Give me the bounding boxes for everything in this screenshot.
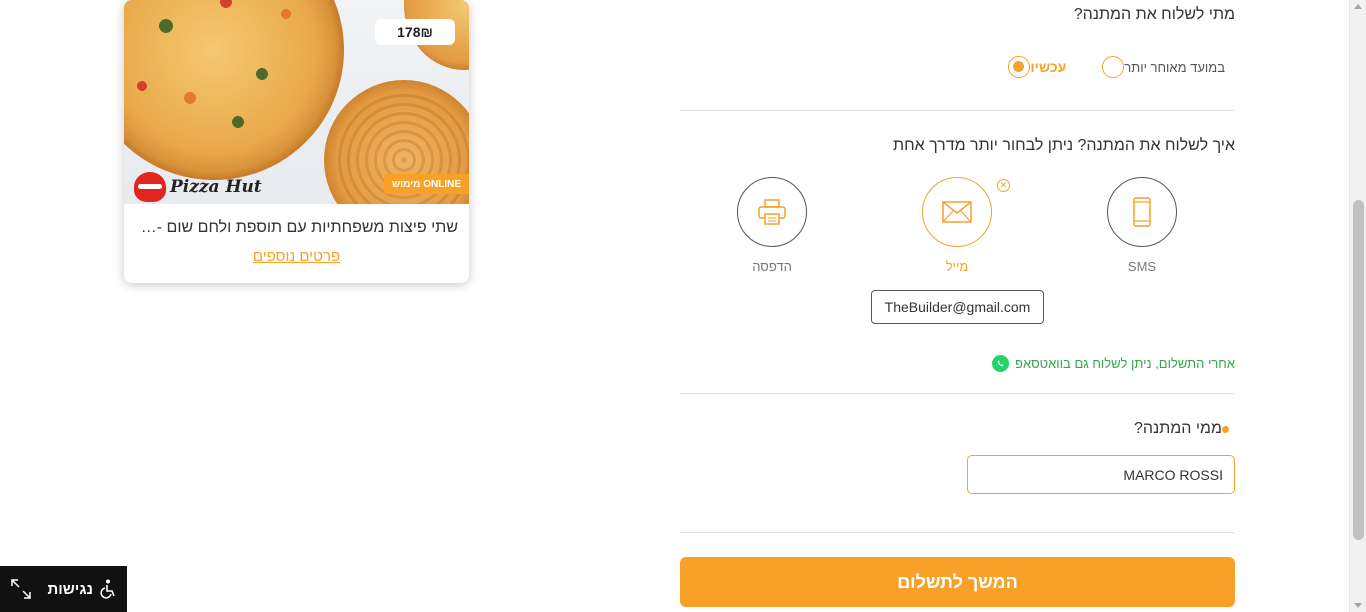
- when-options: עכשיו במועד מאוחר יותר: [1008, 56, 1235, 78]
- whatsapp-note-text: אחרי התשלום, ניתן לשלוח גם בוואטסאפ: [1015, 356, 1235, 371]
- scroll-thumb[interactable]: [1353, 200, 1364, 540]
- method-mail-button[interactable]: [922, 177, 992, 247]
- method-print-button[interactable]: [737, 177, 807, 247]
- printer-icon: [758, 199, 786, 225]
- pizza-hut-logo-icon: [134, 172, 166, 202]
- accessibility-label: נגישות: [47, 580, 93, 598]
- pizza-image-1: [124, 0, 344, 180]
- how-question: איך לשלוח את המתנה? ניתן לבחור יותר מדרך…: [893, 137, 1235, 154]
- product-image: 178₪ Pizza Hut מימוש ONLINE: [124, 0, 469, 204]
- method-sms-label: SMS: [1127, 259, 1157, 274]
- method-mail-label: מייל: [945, 259, 969, 274]
- radio-now[interactable]: [1008, 56, 1031, 78]
- brand-name: Pizza Hut: [170, 177, 262, 197]
- continue-to-payment-button[interactable]: המשך לתשלום: [680, 557, 1235, 607]
- more-details-link[interactable]: פרטים נוספים: [124, 248, 469, 265]
- page-scrollbar[interactable]: [1349, 0, 1366, 612]
- product-card[interactable]: 178₪ Pizza Hut מימוש ONLINE שתי פיצות מש…: [124, 0, 469, 283]
- radio-now-label[interactable]: עכשיו: [1030, 59, 1066, 75]
- accessibility-widget[interactable]: נגישות: [0, 566, 127, 612]
- scroll-down-arrow-icon[interactable]: [1354, 603, 1362, 608]
- accessibility-label-wrap: נגישות: [47, 579, 117, 599]
- sender-name-input[interactable]: [967, 455, 1235, 494]
- price-badge: 178₪: [375, 19, 455, 45]
- phone-icon: [1133, 197, 1151, 227]
- product-title: שתי פיצות משפחתיות עם תוספת ולחם שום - ב…: [138, 219, 458, 236]
- wheelchair-icon: [100, 579, 115, 599]
- scroll-up-arrow-icon[interactable]: [1354, 4, 1362, 9]
- whatsapp-note: אחרי התשלום, ניתן לשלוח גם בוואטסאפ: [992, 355, 1235, 372]
- method-print[interactable]: הדפסה: [737, 177, 807, 274]
- expand-icon: [11, 579, 31, 599]
- divider: [680, 110, 1235, 111]
- remove-mail-icon[interactable]: ✕: [997, 179, 1010, 192]
- brand-logo: Pizza Hut: [134, 172, 262, 202]
- from-question-label: ממי המתנה?: [1133, 420, 1222, 437]
- method-sms-button[interactable]: [1107, 177, 1177, 247]
- method-sms[interactable]: SMS: [1107, 177, 1177, 274]
- radio-later-label[interactable]: במועד מאוחר יותר: [1124, 60, 1225, 75]
- email-field[interactable]: [871, 290, 1044, 324]
- from-question: ממי המתנה?: [1134, 420, 1235, 438]
- envelope-icon: [942, 201, 972, 223]
- required-dot: [1222, 425, 1229, 433]
- page: 178₪ Pizza Hut מימוש ONLINE שתי פיצות מש…: [0, 0, 1366, 612]
- when-question: מתי לשלוח את המתנה?: [1073, 6, 1235, 23]
- method-mail[interactable]: ✕ מייל: [922, 177, 1010, 274]
- method-print-label: הדפסה: [752, 259, 792, 274]
- radio-later[interactable]: [1102, 56, 1125, 78]
- online-redeem-badge: מימוש ONLINE: [384, 174, 469, 194]
- divider: [680, 532, 1235, 533]
- divider: [680, 393, 1235, 394]
- whatsapp-icon: [992, 355, 1010, 372]
